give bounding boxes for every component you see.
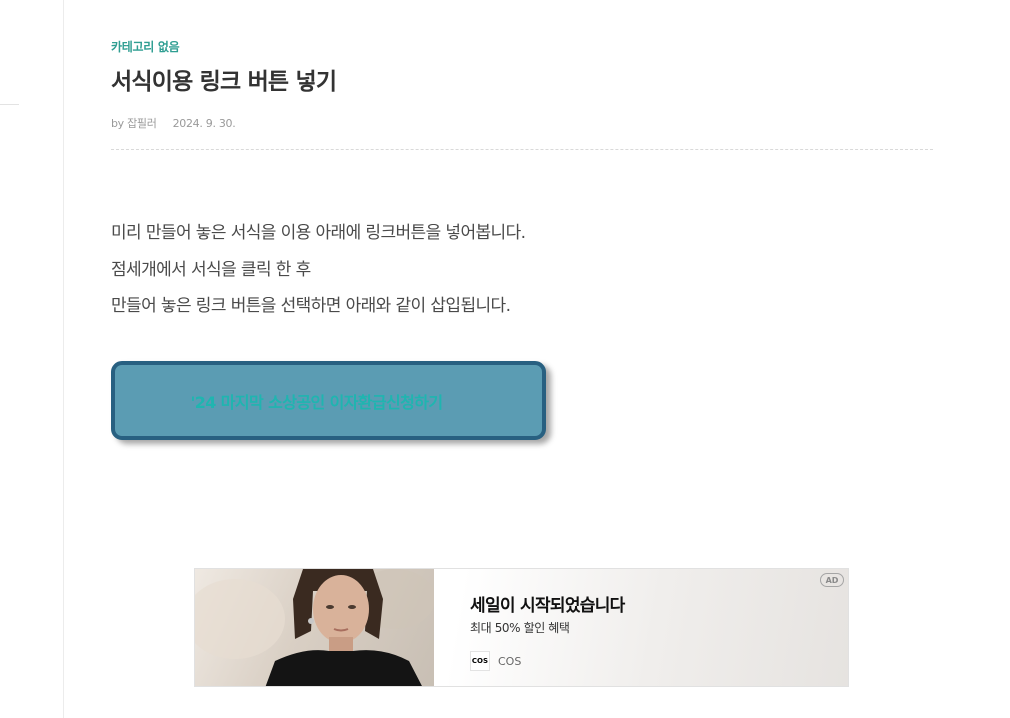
brand-logo-icon: COS xyxy=(470,651,490,671)
header-divider xyxy=(111,149,933,150)
post-author[interactable]: by 잡필러 xyxy=(111,117,157,130)
left-sidebar-divider xyxy=(0,104,19,105)
ad-headline: 세일이 시작되었습니다 xyxy=(470,596,625,616)
left-sidebar-border xyxy=(63,0,64,718)
ad-photo-illustration xyxy=(195,569,434,686)
ad-subline: 최대 50% 할인 혜택 xyxy=(470,621,570,635)
advertisement-banner[interactable]: 세일이 시작되었습니다 최대 50% 할인 혜택 COS COS AD xyxy=(194,568,849,687)
link-button-label: '24 마지막 소상공인 이자환급신청하기 xyxy=(190,392,443,412)
blog-post-page: 카테고리 없음 서식이용 링크 버튼 넣기 by 잡필러 2024. 9. 30.… xyxy=(0,0,1010,718)
body-paragraph: 만들어 놓은 링크 버튼을 선택하면 아래와 같이 삽입됩니다. xyxy=(111,296,511,316)
ad-brand: COS COS xyxy=(470,651,521,671)
post-title: 서식이용 링크 버튼 넣기 xyxy=(111,69,337,95)
post-category[interactable]: 카테고리 없음 xyxy=(111,38,180,55)
body-paragraph: 미리 만들어 놓은 서식을 이용 아래에 링크버튼을 넣어봅니다. xyxy=(111,223,526,243)
ad-brand-name: COS xyxy=(498,654,522,668)
body-paragraph: 점세개에서 서식을 클릭 한 후 xyxy=(111,259,311,280)
ad-badge[interactable]: AD xyxy=(820,573,844,587)
post-date: 2024. 9. 30. xyxy=(172,117,236,130)
post-body: 미리 만들어 놓은 서식을 이용 아래에 링크버튼을 넣어봅니다. 점세개에서 … xyxy=(111,221,526,331)
link-button[interactable]: '24 마지막 소상공인 이자환급신청하기 xyxy=(111,361,546,440)
post-meta: by 잡필러 2024. 9. 30. xyxy=(111,115,236,131)
ad-model-photo xyxy=(195,569,434,686)
